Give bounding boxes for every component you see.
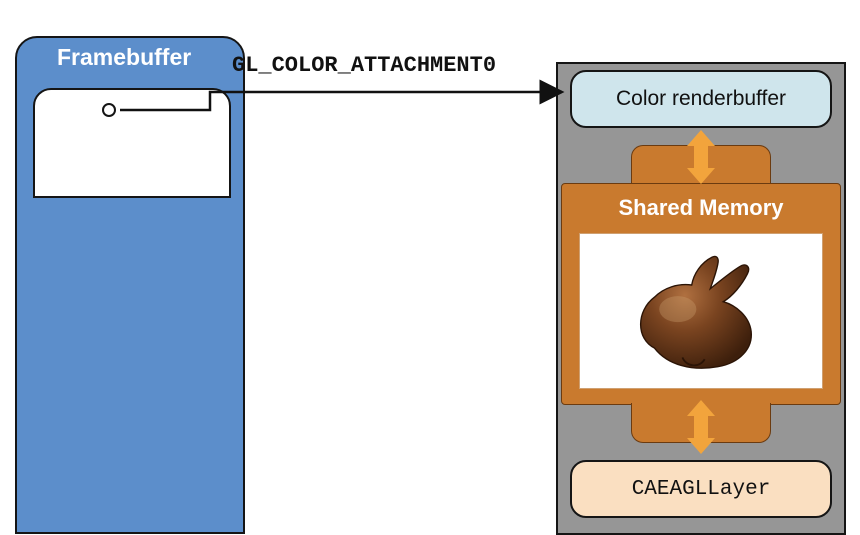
diagram-stage: GL_COLOR_ATTACHMENT0 Framebuffer Color r…	[0, 0, 860, 535]
framebuffer-attachment-slot	[33, 88, 231, 198]
shared-memory-block: Shared Memory	[561, 145, 841, 443]
attachment-constant-label: GL_COLOR_ATTACHMENT0	[232, 53, 496, 78]
caeagllayer-label: CAEAGLLayer	[632, 478, 771, 501]
framebuffer-block: Framebuffer	[15, 36, 245, 534]
framebuffer-title: Framebuffer	[57, 44, 191, 71]
color-renderbuffer-label: Color renderbuffer	[616, 87, 786, 111]
caeagllayer-block: CAEAGLLayer	[570, 460, 832, 518]
double-arrow-bottom-icon	[688, 400, 714, 454]
shared-memory-title: Shared Memory	[561, 195, 841, 221]
bunny-3d-model-icon	[626, 246, 776, 376]
double-arrow-top-icon	[688, 130, 714, 184]
attachment-point-icon	[102, 103, 116, 117]
color-renderbuffer-block: Color renderbuffer	[570, 70, 832, 128]
shared-memory-content	[579, 233, 823, 389]
